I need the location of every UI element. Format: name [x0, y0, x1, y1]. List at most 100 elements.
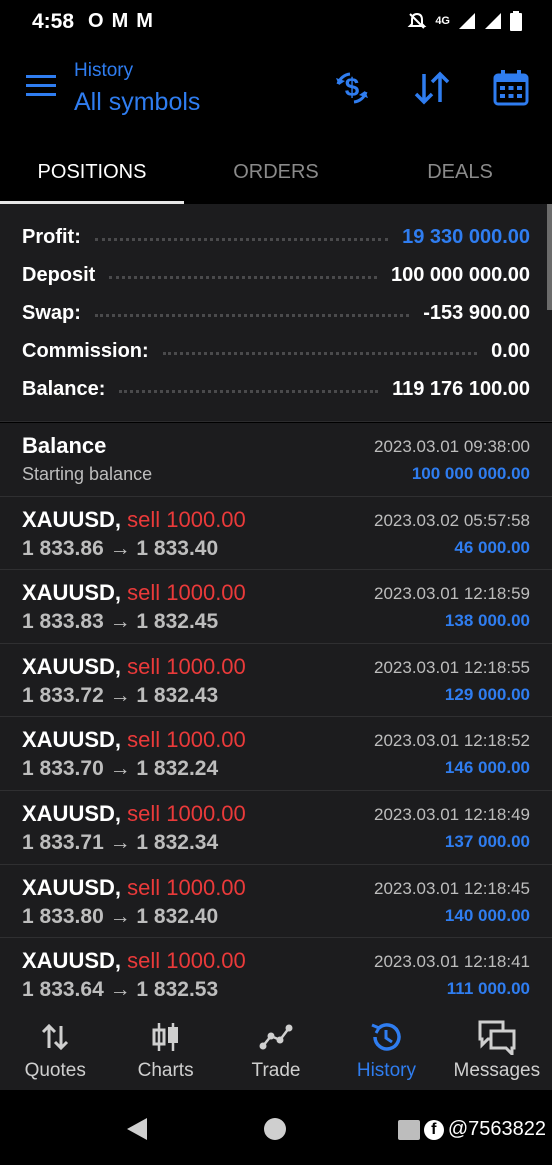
back-icon[interactable] — [125, 1116, 149, 1142]
history-icon — [369, 1020, 403, 1054]
item-side: sell 1000.00 — [121, 874, 246, 900]
item-side: sell 1000.00 — [121, 727, 246, 753]
calendar-icon — [493, 70, 529, 106]
list-item[interactable]: XAUUSD, sell 1000.00 1 833.83 → 1 832.45… — [0, 570, 552, 644]
item-side: sell 1000.00 — [121, 580, 246, 606]
item-prices: 1 833.86 → 1 833.40 — [22, 536, 219, 560]
item-profit: 46 000.00 — [454, 537, 530, 557]
item-side: sell 1000.00 — [121, 948, 246, 974]
item-profit: 140 000.00 — [444, 905, 530, 925]
tab-bar: POSITIONS ORDERS DEALS — [0, 140, 552, 204]
gmail-icon: M — [111, 10, 129, 32]
nav-history[interactable]: History — [331, 998, 441, 1090]
item-symbol: XAUUSD, sell 1000.00 — [22, 800, 246, 826]
nav-charts[interactable]: Charts — [110, 998, 220, 1090]
item-time: 2023.03.01 12:18:45 — [374, 878, 530, 898]
item-prices: 1 833.64 → 1 832.53 — [22, 978, 219, 998]
summary-value: -153 900.00 — [423, 301, 530, 324]
list-item[interactable]: XAUUSD, sell 1000.00 1 833.64 → 1 832.53… — [0, 938, 552, 998]
list-item[interactable]: XAUUSD, sell 1000.00 1 833.71 → 1 832.34… — [0, 791, 552, 865]
item-prices: 1 833.71 → 1 832.34 — [22, 830, 219, 854]
signal-icon — [485, 13, 501, 29]
summary-label: Deposit — [22, 263, 96, 286]
list-item[interactable]: XAUUSD, sell 1000.00 1 833.86 → 1 833.40… — [0, 497, 552, 571]
summary-value: 119 176 100.00 — [392, 377, 530, 400]
nav-label: Messages — [453, 1060, 541, 1081]
item-profit: 146 000.00 — [444, 758, 530, 778]
summary-value: 0.00 — [491, 339, 530, 362]
currency-exchange-button[interactable]: $ — [330, 66, 374, 110]
dotted-leader — [119, 389, 379, 393]
hamburger-icon — [26, 75, 56, 96]
nav-label: Quotes — [24, 1060, 86, 1081]
item-symbol: XAUUSD, sell 1000.00 — [22, 727, 246, 753]
summary-label: Profit: — [22, 225, 81, 248]
watermark-text: @7563822 — [447, 1118, 546, 1140]
dotted-leader — [94, 237, 389, 241]
system-icons: 4G — [407, 11, 522, 31]
summary-label: Swap: — [22, 301, 81, 324]
tab-deals[interactable]: DEALS — [368, 140, 552, 204]
history-list: Balance Starting balance 2023.03.01 09:3… — [0, 423, 552, 998]
item-symbol: XAUUSD, sell 1000.00 — [22, 580, 246, 606]
item-side: sell 1000.00 — [121, 653, 246, 679]
item-time: 2023.03.01 12:18:49 — [374, 804, 530, 824]
home-button[interactable] — [264, 1118, 286, 1140]
dotted-leader — [94, 313, 410, 317]
summary-row-commission: Commission: 0.00 — [0, 332, 552, 370]
tab-positions[interactable]: POSITIONS — [0, 140, 184, 204]
currency-exchange-icon: $ — [336, 72, 368, 104]
svg-text:$: $ — [345, 72, 360, 102]
item-profit: 129 000.00 — [444, 684, 530, 704]
item-symbol: XAUUSD, sell 1000.00 — [22, 874, 246, 900]
nav-messages[interactable]: Messages — [442, 998, 552, 1090]
tab-orders[interactable]: ORDERS — [184, 140, 368, 204]
nav-quotes[interactable]: Quotes — [0, 998, 110, 1090]
header-subtitle: History — [74, 60, 134, 81]
status-time: 4:58 — [32, 10, 75, 33]
charts-icon — [151, 1020, 181, 1054]
nav-label: History — [356, 1060, 416, 1081]
item-prices: 1 833.72 → 1 832.43 — [22, 683, 219, 707]
list-item[interactable]: Balance Starting balance 2023.03.01 09:3… — [0, 423, 552, 497]
item-time: 2023.03.02 05:57:58 — [374, 510, 530, 530]
notification-icons: O M M — [88, 10, 153, 33]
sort-icon — [414, 71, 450, 105]
summary-row-deposit: Deposit 100 000 000.00 — [0, 256, 552, 294]
summary-panel: Profit: 19 330 000.00 Deposit 100 000 00… — [0, 204, 552, 422]
item-side: sell 1000.00 — [121, 506, 246, 532]
item-profit: 137 000.00 — [444, 831, 530, 851]
list-item[interactable]: XAUUSD, sell 1000.00 1 833.80 → 1 832.40… — [0, 865, 552, 939]
bottom-navigation: Quotes Charts Trade History Messages — [0, 998, 552, 1090]
page-title[interactable]: All symbols — [74, 88, 200, 117]
nav-label: Trade — [251, 1060, 301, 1081]
app-bar: History All symbols $ — [0, 44, 552, 140]
item-prices: 1 833.80 → 1 832.40 — [22, 904, 219, 928]
list-item[interactable]: XAUUSD, sell 1000.00 1 833.70 → 1 832.24… — [0, 717, 552, 791]
mute-icon — [407, 12, 427, 29]
nav-trade[interactable]: Trade — [221, 998, 331, 1090]
summary-label: Balance: — [22, 377, 106, 400]
calendar-button[interactable] — [489, 66, 533, 110]
nav-label: Charts — [137, 1060, 194, 1081]
messages-icon — [477, 1020, 517, 1055]
item-prices: 1 833.70 → 1 832.24 — [22, 757, 219, 781]
opera-icon: O — [88, 10, 104, 32]
item-side: sell 1000.00 — [121, 800, 246, 826]
item-time: 2023.03.01 12:18:55 — [374, 657, 530, 677]
list-item[interactable]: XAUUSD, sell 1000.00 1 833.72 → 1 832.43… — [0, 644, 552, 718]
item-time: 2023.03.01 12:18:52 — [374, 731, 530, 751]
quotes-icon — [40, 1020, 70, 1054]
trade-icon — [259, 1020, 293, 1054]
item-time: 2023.03.01 12:18:41 — [374, 952, 530, 972]
signal-icon — [459, 13, 475, 29]
sort-button[interactable] — [410, 66, 454, 110]
scrollbar[interactable] — [547, 204, 552, 310]
item-symbol: XAUUSD, sell 1000.00 — [22, 948, 246, 974]
battery-icon — [510, 11, 522, 31]
summary-label: Commission: — [22, 339, 149, 362]
status-bar: 4:58 O M M 4G — [0, 0, 552, 44]
dotted-leader — [162, 351, 478, 355]
menu-button[interactable] — [26, 74, 58, 102]
dotted-leader — [109, 275, 377, 279]
